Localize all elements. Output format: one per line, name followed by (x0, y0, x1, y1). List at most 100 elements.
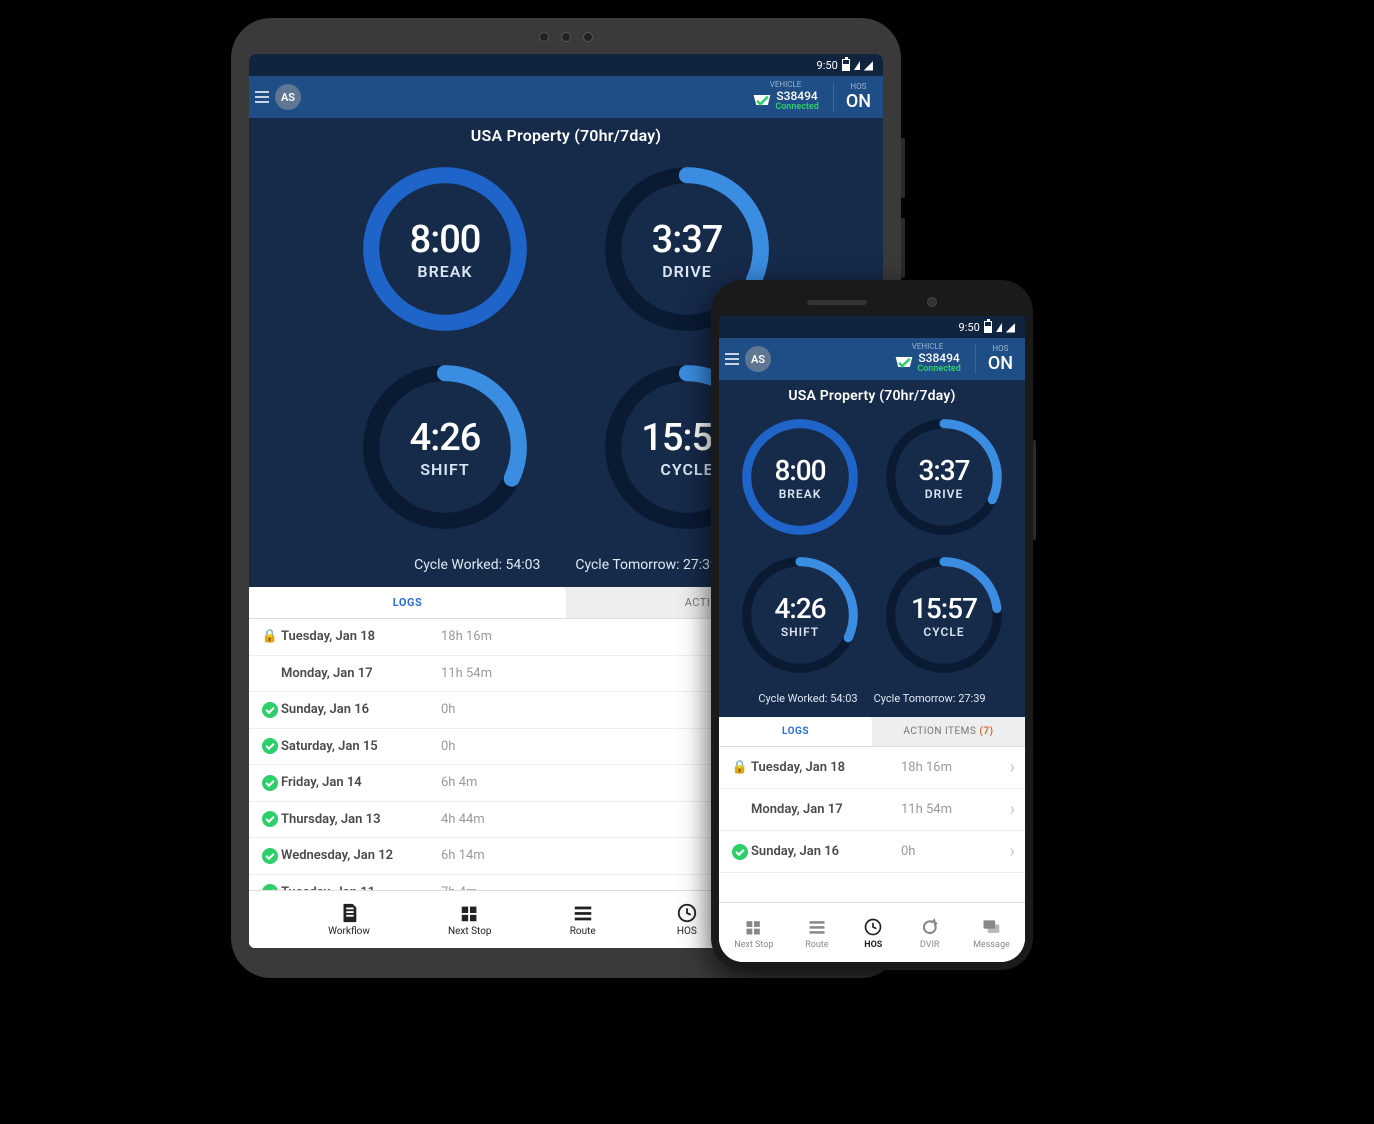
tab-action-items-count: (7) (979, 726, 993, 737)
gauge-grid: 8:00BREAK3:37DRIVE4:26SHIFT15:57CYCLE (719, 404, 1025, 688)
vehicle-status-block[interactable]: VEHICLE S38494 Connected (748, 81, 823, 113)
hos-label: HOS (988, 344, 1013, 353)
battery-icon (984, 321, 992, 333)
lock-icon: 🔒 (732, 760, 748, 775)
lock-icon: 🔒 (262, 629, 278, 644)
gauge-value: 3:37 (652, 218, 723, 262)
nav-route[interactable]: Route (570, 902, 596, 937)
gauge-value: 4:26 (410, 416, 481, 460)
nav-label: DVIR (920, 940, 940, 950)
nav-message[interactable]: Message (973, 916, 1010, 950)
log-duration: 11h 54m (441, 666, 492, 681)
cycle-worked-value: 54:03 (505, 557, 540, 573)
ruleset-title: USA Property (70hr/7day) (249, 126, 883, 145)
message-icon (978, 916, 1004, 938)
log-row[interactable]: 🔒Tuesday, Jan 1818h 16m› (719, 747, 1025, 789)
hos-status-block[interactable]: HOS ON (844, 82, 877, 112)
nav-next-stop[interactable]: Next Stop (734, 916, 773, 950)
log-row[interactable]: Sunday, Jan 160h› (719, 831, 1025, 873)
log-date: Thursday, Jan 13 (281, 812, 441, 827)
tab-logs[interactable]: LOGS (249, 587, 566, 618)
nav-label: Route (805, 940, 828, 950)
chevron-right-icon: › (1010, 841, 1015, 862)
log-duration: 11h 54m (901, 802, 952, 817)
log-date: Monday, Jan 17 (281, 666, 441, 681)
log-date: Monday, Jan 17 (751, 802, 901, 817)
tab-action-items-label: ACTION ITEMS (903, 726, 976, 737)
gauge-label: CYCLE (923, 625, 964, 639)
ruleset-title: USA Property (70hr/7day) (719, 388, 1025, 404)
nav-label: Workflow (328, 926, 370, 937)
log-duration: 6h 14m (441, 848, 485, 863)
app-header: AS VEHICLE S38494 Connected HOS ON (249, 76, 883, 118)
status-bar: 9:50 ◢ (719, 316, 1025, 338)
wifi-icon: ◢ (1006, 320, 1015, 334)
gauge-shift[interactable]: 4:26SHIFT (735, 550, 865, 680)
cycle-worked-label: Cycle Worked: (758, 692, 827, 705)
cycle-tomorrow-label: Cycle Tomorrow: (575, 557, 679, 573)
gauge-drive[interactable]: 3:37DRIVE (879, 412, 1009, 542)
nav-dvir[interactable]: DVIR (917, 916, 943, 950)
vehicle-connection: Connected (917, 365, 961, 375)
nav-label: Next Stop (734, 940, 773, 950)
battery-icon (842, 59, 850, 71)
tab-logs[interactable]: LOGS (719, 717, 872, 746)
vehicle-status-block[interactable]: VEHICLE S38494 Connected (890, 343, 965, 375)
log-duration: 6h 4m (441, 775, 477, 790)
gauge-value: 4:26 (774, 592, 825, 625)
gauge-label: SHIFT (781, 625, 819, 639)
cycle-worked-label: Cycle Worked: (414, 557, 502, 573)
log-duration: 18h 16m (441, 629, 492, 644)
nav-hos[interactable]: HOS (860, 916, 886, 950)
gauge-value: 15:57 (911, 592, 977, 625)
log-date: Sunday, Jan 16 (751, 844, 901, 859)
nav-workflow[interactable]: Workflow (328, 902, 370, 937)
workflow-icon (336, 902, 362, 924)
status-time: 9:50 (817, 59, 838, 72)
gauge-break[interactable]: 8:00BREAK (735, 412, 865, 542)
user-avatar[interactable]: AS (745, 346, 771, 372)
log-duration: 4h 44m (441, 812, 485, 827)
hos-value: ON (988, 353, 1013, 374)
logs-list: 🔒Tuesday, Jan 1818h 16m›Monday, Jan 1711… (719, 747, 1025, 902)
gauge-cycle[interactable]: 15:57CYCLE (879, 550, 1009, 680)
hos-status-block[interactable]: HOS ON (986, 344, 1019, 374)
status-time: 9:50 (959, 321, 980, 334)
nav-hos[interactable]: HOS (674, 902, 700, 937)
wifi-icon: ◢ (864, 58, 873, 72)
tab-action-items[interactable]: ACTION ITEMS (7) (872, 717, 1025, 746)
nav-route[interactable]: Route (804, 916, 830, 950)
nextstop-icon (457, 902, 483, 924)
route-icon (570, 902, 596, 924)
gauge-label: SHIFT (420, 460, 469, 479)
dvir-icon (917, 916, 943, 938)
nav-label: Message (973, 940, 1010, 950)
check-icon (262, 848, 278, 864)
gauge-label: DRIVE (925, 487, 963, 501)
log-date: Friday, Jan 14 (281, 775, 441, 790)
check-icon (262, 775, 278, 791)
log-date: Wednesday, Jan 12 (281, 848, 441, 863)
vehicle-connection: Connected (775, 103, 819, 113)
gauge-value: 8:00 (410, 218, 481, 262)
user-avatar[interactable]: AS (275, 84, 301, 110)
nextstop-icon (741, 916, 767, 938)
log-date: Tuesday, Jan 18 (751, 760, 901, 775)
log-row[interactable]: Monday, Jan 1711h 54m› (719, 789, 1025, 831)
log-date: Saturday, Jan 15 (281, 739, 441, 754)
app-header: AS VEHICLE S38494 Connected HOS ON (719, 338, 1025, 380)
signal-icon (854, 61, 860, 70)
hos-icon (860, 916, 886, 938)
tabs: LOGS ACTION ITEMS (7) (719, 717, 1025, 747)
log-duration: 0h (441, 702, 455, 717)
cycle-tomorrow-label: Cycle Tomorrow: (874, 692, 956, 705)
gauge-label: DRIVE (662, 262, 712, 281)
route-icon (804, 916, 830, 938)
gauge-shift[interactable]: 4:26SHIFT (355, 357, 535, 537)
cycle-summary: Cycle Worked: 54:03 Cycle Tomorrow: 27:3… (719, 688, 1025, 711)
gauge-break[interactable]: 8:00BREAK (355, 159, 535, 339)
menu-icon[interactable] (255, 91, 269, 103)
check-icon (732, 844, 748, 860)
menu-icon[interactable] (725, 353, 739, 365)
nav-next-stop[interactable]: Next Stop (448, 902, 492, 937)
